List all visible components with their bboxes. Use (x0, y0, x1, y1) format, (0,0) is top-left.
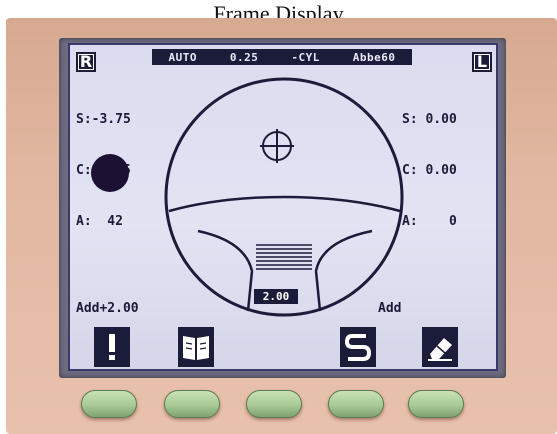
lcd-screen: R L AUTO 0.25 -CYL Abbe60 S:-3.75 C:-0.7… (68, 43, 498, 371)
manual-softkey[interactable] (178, 327, 214, 367)
s-mode-softkey[interactable] (340, 327, 376, 367)
hardware-button-4[interactable] (328, 390, 384, 418)
manual-book-icon (183, 336, 209, 360)
near-zone-lines (256, 244, 312, 270)
corridor-upper-boundary (168, 195, 401, 213)
progressive-lens-map (164, 77, 404, 317)
hardware-button-3[interactable] (246, 390, 302, 418)
hardware-button-1[interactable] (81, 390, 137, 418)
hardware-button-5[interactable] (408, 390, 464, 418)
left-add-label: Add (378, 301, 402, 316)
alert-softkey[interactable] (94, 327, 130, 367)
lensmeter-device: R L AUTO 0.25 -CYL Abbe60 S:-3.75 C:-0.7… (6, 18, 557, 434)
add-power-value: 2.00 (254, 289, 298, 304)
crosshair-icon (260, 129, 294, 163)
alert-icon (109, 334, 115, 360)
eraser-icon (428, 338, 452, 361)
clear-softkey[interactable] (422, 327, 458, 367)
s-mode-icon (344, 334, 372, 361)
hardware-button-2[interactable] (164, 390, 220, 418)
right-add-label: Add+2.00 (76, 301, 139, 316)
